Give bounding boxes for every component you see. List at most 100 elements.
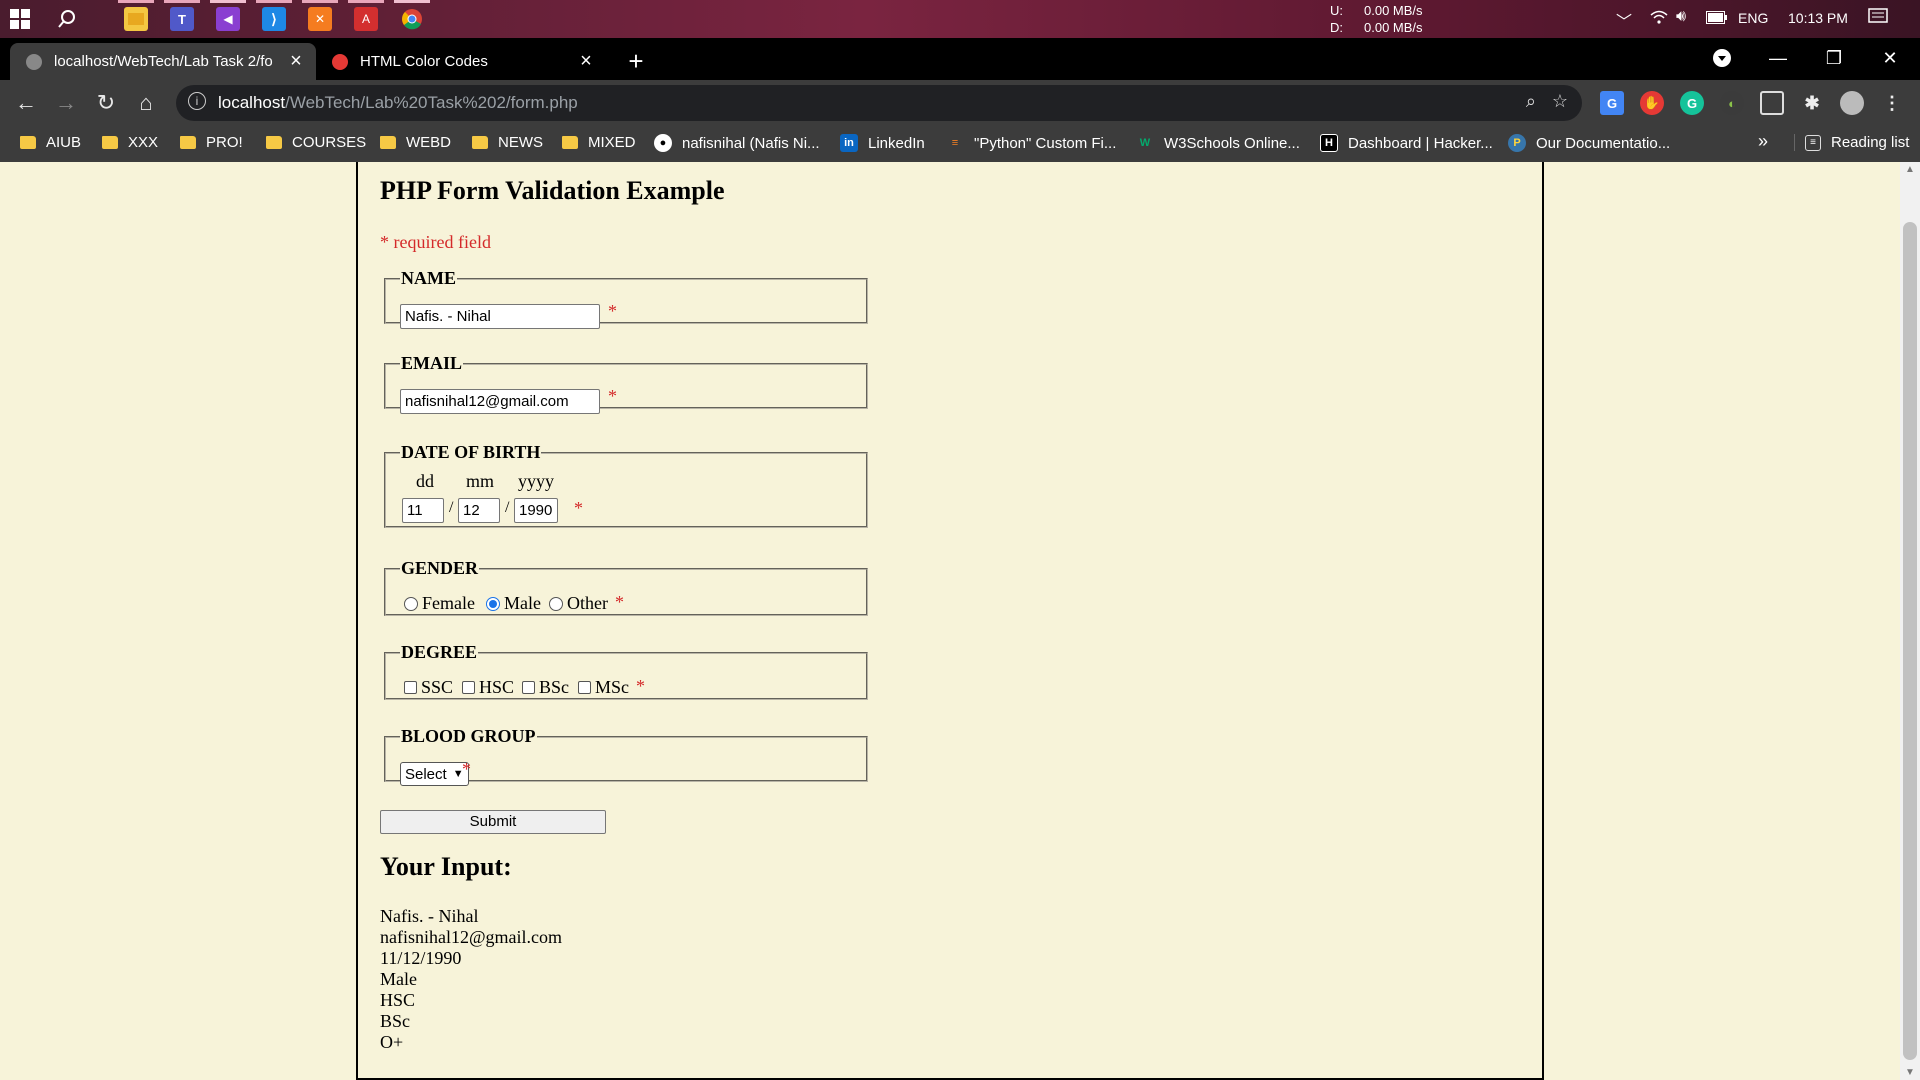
blood-group-select[interactable]: Select ▼	[400, 762, 469, 786]
degree-option-msc[interactable]: MSc	[578, 677, 629, 698]
reading-list-button[interactable]: ≡ Reading list	[1794, 134, 1909, 151]
dob-fieldset: DATE OF BIRTH dd mm yyyy / / *	[384, 442, 868, 528]
minimize-icon[interactable]: —	[1748, 38, 1808, 78]
pdf-reader-icon[interactable]: A	[348, 0, 384, 31]
tab-search-icon[interactable]	[1692, 38, 1752, 78]
zoom-icon[interactable]: ⌕	[1526, 91, 1536, 112]
battery-icon[interactable]	[1706, 11, 1728, 27]
ssc-checkbox[interactable]	[404, 681, 417, 694]
net-up-value: 0.00 MB/s	[1364, 3, 1423, 18]
bookmark-python-docs[interactable]: P Our Documentatio...	[1508, 134, 1670, 152]
bookmark-hackerrank[interactable]: H Dashboard | Hacker...	[1320, 134, 1493, 152]
bookmark-folder-mixed[interactable]: MIXED	[562, 134, 636, 151]
notifications-icon[interactable]	[1868, 8, 1888, 29]
mm-input[interactable]	[458, 498, 500, 523]
dd-input[interactable]	[402, 498, 444, 523]
bookmark-folder-aiub[interactable]: AIUB	[20, 134, 81, 151]
bookmark-folder-courses[interactable]: COURSES	[266, 134, 366, 151]
yyyy-input[interactable]	[514, 498, 558, 523]
bookmark-folder-xxx[interactable]: XXX	[102, 134, 158, 151]
gender-option-male[interactable]: Male	[486, 593, 541, 614]
hsc-checkbox[interactable]	[462, 681, 475, 694]
bookmark-folder-webd[interactable]: WEBD	[380, 134, 451, 151]
bsc-checkbox[interactable]	[522, 681, 535, 694]
folder-icon	[266, 136, 282, 149]
reload-icon[interactable]: ↻	[90, 87, 122, 119]
folder-icon	[180, 136, 196, 149]
xampp-icon[interactable]: ✕	[302, 0, 338, 31]
file-explorer-icon[interactable]	[118, 0, 154, 31]
scroll-up-arrow-icon[interactable]: ▲	[1904, 164, 1916, 175]
gender-option-female[interactable]: Female	[404, 593, 475, 614]
vscode-icon[interactable]: ⟩	[256, 0, 292, 31]
windows-start-icon[interactable]	[8, 7, 32, 31]
folder-icon	[20, 136, 36, 149]
page-viewport: PHP Form Validation Example * required f…	[0, 162, 1920, 1080]
w3schools-icon: W	[1139, 137, 1151, 149]
tray-overflow-chevron-icon[interactable]: ﹀	[1616, 8, 1632, 32]
gender-legend: GENDER	[401, 558, 479, 578]
female-radio[interactable]	[404, 596, 418, 611]
google-translate-icon[interactable]: G	[1600, 91, 1624, 115]
required-asterisk: *	[574, 498, 583, 518]
search-icon[interactable]	[55, 7, 79, 31]
site-info-icon[interactable]: i	[188, 92, 206, 110]
option-label: Female	[422, 593, 475, 613]
volume-icon[interactable]: 🔊︎	[1676, 8, 1686, 26]
degree-option-bsc[interactable]: BSc	[522, 677, 569, 698]
clock[interactable]: 10:13 PM	[1788, 10, 1848, 26]
output-dob: 11/12/1990	[380, 948, 462, 968]
wifi-icon[interactable]	[1650, 9, 1668, 28]
output-name: Nafis. - Nihal	[380, 906, 479, 926]
folder-icon	[102, 136, 118, 149]
option-label: SSC	[421, 677, 454, 697]
option-label: HSC	[479, 677, 515, 697]
forward-arrow-icon[interactable]: →	[50, 87, 82, 119]
scroll-down-arrow-icon[interactable]: ▼	[1904, 1067, 1916, 1078]
tab-form-php[interactable]: localhost/WebTech/Lab Task 2/fo ×	[10, 43, 316, 80]
close-tab-icon[interactable]: ×	[574, 50, 598, 73]
name-input[interactable]	[400, 304, 600, 329]
adblock-icon[interactable]: ✋	[1640, 91, 1664, 115]
language-indicator[interactable]: ENG	[1738, 10, 1768, 26]
bookmark-stackoverflow[interactable]: ≡ "Python" Custom Fi...	[946, 134, 1117, 152]
browser-toolbar: ← → ↻ ⌂ i localhost/WebTech/Lab%20Task%2…	[0, 80, 1920, 126]
close-window-icon[interactable]: ✕	[1860, 38, 1920, 78]
visual-studio-icon[interactable]: ◀	[210, 0, 246, 31]
email-input[interactable]	[400, 389, 600, 414]
chrome-icon[interactable]	[394, 0, 430, 31]
restore-icon[interactable]: ❐	[1804, 38, 1864, 78]
gender-option-other[interactable]: Other	[549, 593, 608, 614]
back-arrow-icon[interactable]: ←	[10, 87, 42, 119]
profile-avatar[interactable]	[1840, 91, 1864, 115]
address-bar[interactable]: i localhost/WebTech/Lab%20Task%202/form.…	[176, 85, 1582, 121]
submit-button[interactable]: Submit	[380, 810, 606, 834]
bookmark-star-icon[interactable]: ☆	[1552, 91, 1568, 112]
grammarly-icon[interactable]: G	[1680, 91, 1704, 115]
teams-icon[interactable]: T	[164, 0, 200, 31]
degree-option-ssc[interactable]: SSC	[404, 677, 453, 698]
bookmark-label: Dashboard | Hacker...	[1348, 134, 1493, 152]
scrollbar-thumb[interactable]	[1903, 222, 1917, 1060]
bookmark-w3schools[interactable]: W W3Schools Online...	[1136, 134, 1300, 152]
more-bookmarks-chevron-icon[interactable]: »	[1758, 131, 1768, 152]
new-tab-plus-icon[interactable]: +	[618, 43, 654, 80]
close-tab-icon[interactable]: ×	[284, 50, 308, 73]
url-text: localhost/WebTech/Lab%20Task%202/form.ph…	[218, 93, 578, 113]
bookmark-github[interactable]: ● nafisnihal (Nafis Ni...	[654, 134, 820, 152]
bookmark-folder-news[interactable]: NEWS	[472, 134, 543, 151]
degree-option-hsc[interactable]: HSC	[462, 677, 514, 698]
home-icon[interactable]: ⌂	[130, 87, 162, 119]
msc-checkbox[interactable]	[578, 681, 591, 694]
media-icon[interactable]	[1760, 91, 1784, 115]
dd-label: dd	[416, 471, 434, 491]
menu-kebab-icon[interactable]: ⋮	[1880, 91, 1904, 115]
color-picker-icon[interactable]: ◐	[1720, 91, 1744, 115]
extensions-puzzle-icon[interactable]: ✱	[1800, 91, 1824, 115]
bookmark-folder-pro[interactable]: PRO!	[180, 134, 243, 151]
other-radio[interactable]	[549, 596, 563, 611]
tab-html-color-codes[interactable]: HTML Color Codes ×	[316, 43, 606, 80]
bookmark-linkedin[interactable]: in LinkedIn	[840, 134, 925, 152]
male-radio[interactable]	[486, 596, 500, 611]
option-label: MSc	[595, 677, 630, 697]
